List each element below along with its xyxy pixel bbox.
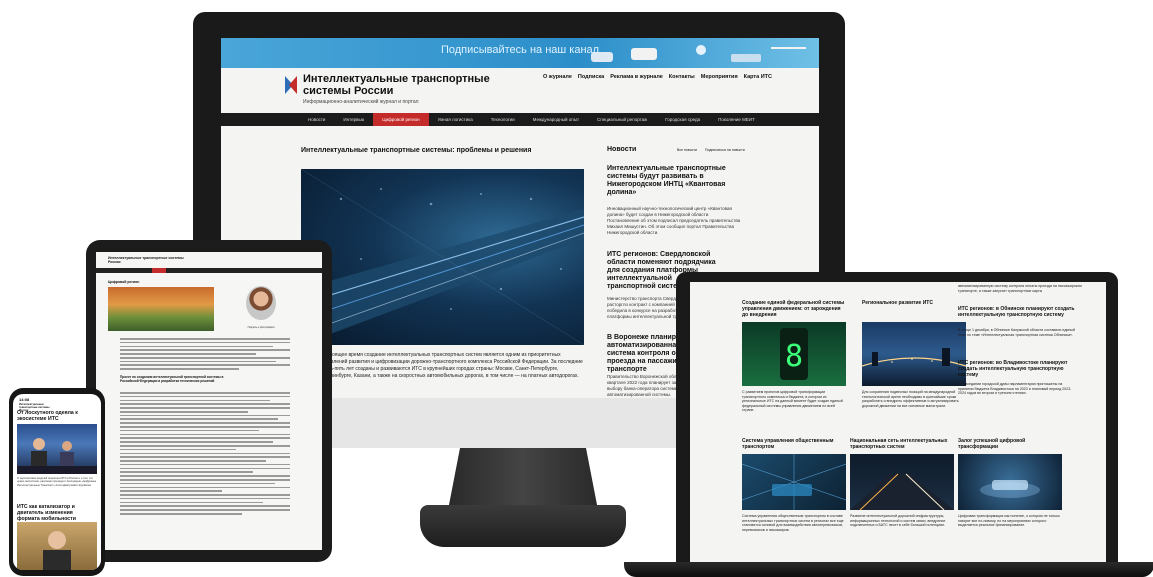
news-links: Все новости Подписаться на новости <box>677 148 745 152</box>
speakers-icon <box>17 438 97 474</box>
news-heading: Новости <box>607 146 637 153</box>
tablet-nav <box>96 268 322 273</box>
portrait-caption: Подпись к фотографии <box>247 326 275 329</box>
tablet-section-title: Цифровой регион <box>108 280 140 284</box>
city-night-icon <box>862 348 966 367</box>
main-nav: Новости Интервью Цифровой регион Умная л… <box>221 113 819 126</box>
banner-text: Подписывайтесь на наш канал <box>440 44 600 56</box>
traffic-light-icon: 8 <box>780 328 808 380</box>
speaker-portrait-icon <box>43 531 71 570</box>
laptop-item-body: Цифровая трансформация как понятие, о ко… <box>958 514 1060 528</box>
digital-car-icon <box>980 480 1040 498</box>
laptop-screen: автоматизированную систему контроля опла… <box>690 282 1106 562</box>
tablet-screen: Интеллектуальные транспортные системы Ро… <box>96 252 322 550</box>
laptop-item-title[interactable]: Региональное развитие ИТС <box>862 300 966 306</box>
article-hero-image[interactable] <box>301 169 584 345</box>
top-nav-subscribe[interactable]: Подписка <box>578 74 604 80</box>
monitor-stand-base <box>420 505 626 547</box>
nav-international[interactable]: Международный опыт <box>524 113 588 126</box>
nav-special-report[interactable]: Специальный репортаж <box>588 113 656 126</box>
nav-urban[interactable]: Городская среда <box>656 113 709 126</box>
top-nav-events[interactable]: Мероприятия <box>701 74 738 80</box>
laptop-base <box>624 562 1153 577</box>
subscribe-news-link[interactable]: Подписаться на новости <box>705 148 745 152</box>
traffic-light-image[interactable]: 8 <box>742 322 846 386</box>
site-title[interactable]: Интеллектуальные транспортные системы Ро… <box>303 73 493 97</box>
top-nav-ads[interactable]: Реклама в журнале <box>610 74 663 80</box>
highway-image-icon <box>301 169 584 345</box>
laptop-item-title[interactable]: Система управления общественным транспор… <box>742 438 846 450</box>
subscribe-banner[interactable]: Подписывайтесь на наш канал <box>221 38 819 68</box>
phone-headline[interactable]: От лоскутного одеяла к экосистеме ИТС <box>17 410 97 422</box>
laptop-item-body: На заседании городской думы парламентари… <box>958 382 1072 396</box>
speaker-image[interactable] <box>17 522 97 570</box>
svg-text:8: 8 <box>785 339 803 374</box>
laptop-item-title[interactable]: ИТС регионов: в Обнинске планируют созда… <box>958 306 1078 318</box>
article-body: В настоящее время создание интеллектуаль… <box>317 352 583 379</box>
phone-headline[interactable]: ИТС как катализатор и двигатель изменени… <box>17 504 97 522</box>
top-nav-about[interactable]: О журнале <box>543 74 572 80</box>
nav-digital-region[interactable]: Цифровой регион <box>373 113 429 126</box>
article-title[interactable]: Интеллектуальные транспортные системы: п… <box>301 147 531 154</box>
nav-technology[interactable]: Технологии <box>482 113 524 126</box>
cargo-train-image[interactable] <box>108 287 214 331</box>
laptop-item-title[interactable]: Залог успешной цифровой трансформации <box>958 438 1062 450</box>
conference-image[interactable] <box>17 424 97 474</box>
laptop-item-body: Для сохранения подвесных позиций на межд… <box>862 390 959 408</box>
tablet-nav-active[interactable] <box>152 268 166 273</box>
laptop-item-body: Развитие интеллектуальной дорожной инфра… <box>850 514 946 528</box>
site-tagline: Информационно-аналитический журнал и пор… <box>303 99 419 105</box>
city-bridge-image[interactable] <box>862 322 966 386</box>
bus-network-icon <box>742 454 846 510</box>
all-news-link[interactable]: Все новости <box>677 148 697 152</box>
digital-city-image[interactable] <box>958 454 1062 510</box>
tablet-text-block <box>120 392 290 517</box>
tablet-subtitle: Проект по созданию интеллектуальной тран… <box>120 375 224 383</box>
road-lights-icon <box>850 473 954 510</box>
night-road-image[interactable] <box>850 454 954 510</box>
news-item-title[interactable]: Интеллектуальные транспортные системы бу… <box>607 165 742 197</box>
laptop-top-text: автоматизированную систему контроля опла… <box>958 284 1082 293</box>
nav-smart-logistics[interactable]: Умная логистика <box>429 113 482 126</box>
nav-interviews[interactable]: Интервью <box>334 113 373 126</box>
transport-system-image[interactable] <box>742 454 846 510</box>
its-logo-icon[interactable] <box>283 74 299 96</box>
laptop-item-body: В конце 1 декабря, в Обнинске Калужской … <box>958 328 1075 337</box>
laptop-item-body: С развитием проектов цифровой трансформа… <box>742 390 843 413</box>
top-nav-map[interactable]: Карта ИТС <box>744 74 772 80</box>
laptop-item-title[interactable]: ИТС регионов: во Владивостоке планируют … <box>958 360 1078 378</box>
monitor-stand-neck <box>448 448 598 510</box>
author-portrait <box>246 286 276 320</box>
phone-clock: 14:08 <box>19 397 30 402</box>
top-nav-contacts[interactable]: Контакты <box>669 74 695 80</box>
news-item-body: Инновационный научно-технологический цен… <box>607 206 741 235</box>
tablet-logo[interactable]: Интеллектуальные транспортные системы Ро… <box>108 256 188 264</box>
laptop-item-body: Система управления общественным транспор… <box>742 514 844 532</box>
top-nav: О журнале Подписка Реклама в журнале Кон… <box>543 74 772 80</box>
phone-caption: О перспективах моделей оператора ИТС в Р… <box>17 477 97 487</box>
laptop-item-title[interactable]: Национальная сеть интеллектуальных транс… <box>850 438 954 450</box>
nav-news[interactable]: Новости <box>299 113 334 126</box>
phone-screen: 14:08 Интеллектуальные транспортные сист… <box>13 394 101 570</box>
tablet-text-block <box>120 338 290 372</box>
nav-generation[interactable]: Поколение МЕИТ <box>709 113 764 126</box>
laptop-item-title[interactable]: Создание единой федеральной системы упра… <box>742 300 846 318</box>
